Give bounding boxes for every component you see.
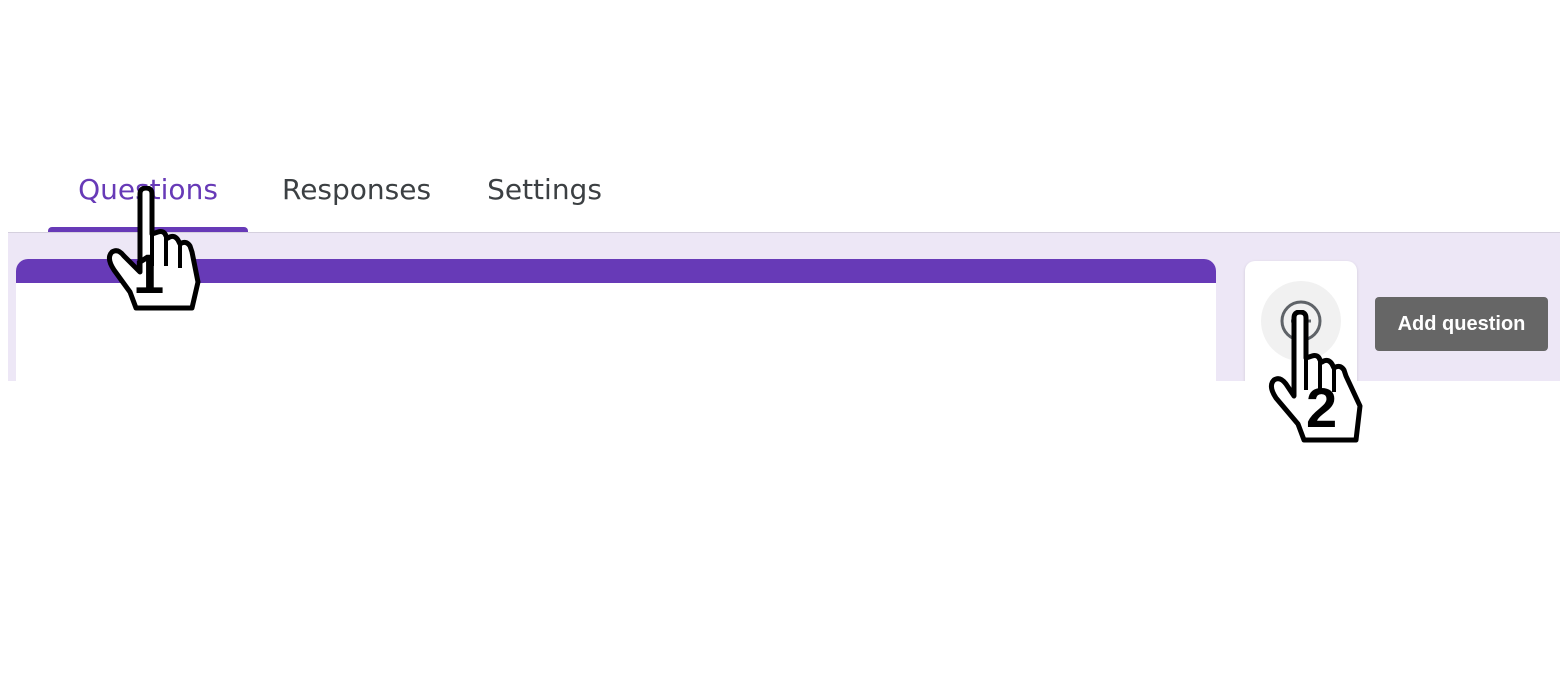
tab-responses-label: Responses [282,173,432,206]
add-question-tooltip: Add question [1375,297,1548,351]
step-marker-2: 2 [1306,376,1338,439]
step-marker-1: 1 [133,242,165,305]
tab-responses[interactable]: Responses [258,160,455,232]
tab-settings[interactable]: Settings [463,160,626,232]
tab-settings-label: Settings [487,173,602,206]
page: Questions Responses Settings Add questio… [0,0,1568,700]
